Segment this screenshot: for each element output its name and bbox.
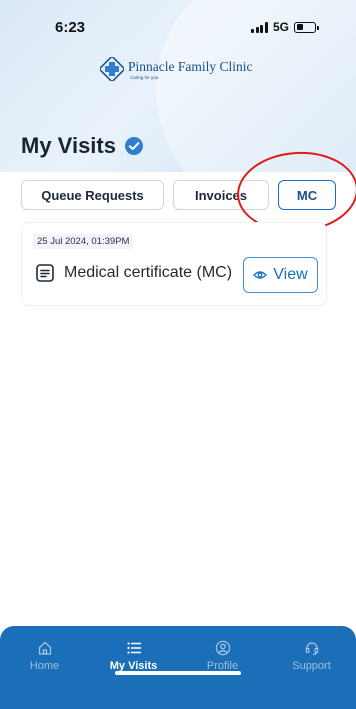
nav-home-label: Home <box>29 660 60 672</box>
clinic-name: Pinnacle Family Clinic <box>128 58 253 74</box>
nav-support[interactable]: Support <box>267 640 356 672</box>
page-title-row: My Visits <box>21 133 144 159</box>
view-button[interactable]: View <box>243 257 318 293</box>
network-label: 5G <box>272 20 289 34</box>
clinic-tagline: Caring for you <box>130 74 159 80</box>
list-icon <box>126 642 141 654</box>
home-icon <box>38 641 51 655</box>
verified-icon <box>124 137 143 155</box>
profile-icon <box>215 640 230 656</box>
tab-invoices[interactable]: Invoices <box>173 180 269 210</box>
bottom-nav: Home My Visits Profile Support <box>0 626 356 709</box>
page-title: My Visits <box>21 133 116 158</box>
nav-my-visits[interactable]: My Visits <box>89 640 178 672</box>
home-indicator <box>115 671 241 675</box>
clinic-logo-icon <box>100 57 124 81</box>
nav-profile[interactable]: Profile <box>178 640 267 672</box>
nav-support-label: Support <box>292 660 331 672</box>
record-title: Medical certificate (MC) <box>64 264 233 281</box>
tab-queue-requests[interactable]: Queue Requests <box>21 180 164 210</box>
visit-tabs: Queue Requests Invoices MC <box>21 180 336 210</box>
battery-icon <box>294 21 319 33</box>
mc-record-card: 25 Jul 2024, 01:39PM Medical certificate… <box>21 222 327 306</box>
view-button-label: View <box>273 266 308 283</box>
tab-mc[interactable]: MC <box>278 180 336 210</box>
status-indicators: 5G <box>251 20 319 34</box>
nav-home[interactable]: Home <box>0 640 89 672</box>
document-icon <box>36 264 54 282</box>
eye-icon <box>253 271 268 279</box>
record-date: 25 Jul 2024, 01:39PM <box>33 234 134 249</box>
clinic-logo: Pinnacle Family Clinic Caring for you <box>100 57 253 81</box>
signal-icon <box>251 21 268 33</box>
headset-icon <box>305 642 318 656</box>
status-bar: 6:23 5G <box>0 0 356 48</box>
status-time: 6:23 <box>55 19 86 36</box>
